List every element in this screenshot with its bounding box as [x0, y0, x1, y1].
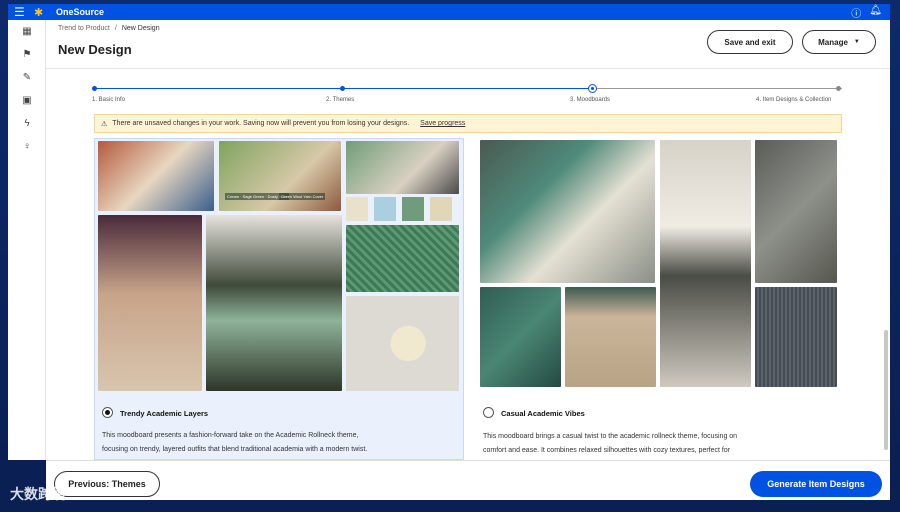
warning-icon: ⚠ — [101, 120, 108, 128]
unsaved-warning-banner: ⚠ There are unsaved changes in your work… — [94, 114, 842, 133]
step-label-item-designs: 4. Item Designs & Collection — [756, 97, 832, 103]
color-swatch-beige — [430, 197, 452, 221]
moodboard-image-hanging-sweaters — [480, 140, 655, 283]
moodboard-image-sweater-book: Cream · Sage Green · Dusty Blue Green Wo… — [219, 141, 341, 211]
moodboard-card-casual[interactable]: Casual Academic Vibes This moodboard bri… — [476, 138, 846, 460]
moodboard-image-overcoat-turtleneck — [206, 215, 342, 391]
tools-icon[interactable]: ✎ — [8, 66, 46, 89]
image-icon[interactable]: ▣ — [8, 89, 46, 112]
color-swatch-sage — [402, 197, 424, 221]
moodboard-radio-trendy[interactable] — [102, 407, 113, 418]
breadcrumb-parent[interactable]: Trend to Product — [58, 25, 110, 32]
step-label-themes: 2. Themes — [326, 97, 355, 103]
page-title: New Design — [58, 42, 132, 57]
watermark-text: 大数跨境 — [10, 486, 66, 502]
moodboard-desc-casual-line1: This moodboard brings a casual twist to … — [483, 433, 738, 440]
flag-icon[interactable]: ⚑ — [8, 43, 46, 66]
manage-button[interactable]: Manage ▼ — [802, 30, 876, 54]
moodboard-image-green-coat — [346, 141, 459, 194]
step-dot-item-designs — [836, 86, 841, 91]
stepper-remaining — [593, 88, 842, 89]
footer-bar: Previous: Themes Generate Item Designs — [46, 460, 890, 500]
previous-themes-label: Previous: Themes — [68, 479, 146, 489]
moodboard-image-casual-woman — [660, 140, 751, 387]
breadcrumb-separator: / — [114, 25, 117, 32]
menu-icon[interactable]: ☰ — [14, 6, 34, 18]
step-dot-themes[interactable] — [340, 86, 345, 91]
breadcrumb: Trend to Product / New Design — [58, 25, 160, 32]
moodboard-name-trendy: Trendy Academic Layers — [120, 409, 209, 418]
grid-icon[interactable]: ▦ — [8, 20, 46, 43]
moodboard-desc-trendy-line2: focusing on trendy, layered outfits that… — [102, 446, 368, 453]
save-and-exit-button[interactable]: Save and exit — [707, 30, 793, 54]
generate-item-designs-button[interactable]: Generate Item Designs — [750, 471, 882, 497]
moodboard-image-cardigan-woman — [98, 215, 202, 391]
stepper — [94, 88, 842, 89]
step-dot-moodboards[interactable] — [588, 84, 597, 93]
spark-logo-icon: ✱ — [34, 6, 44, 19]
caret-down-icon: ▼ — [853, 39, 860, 45]
scrollbar[interactable] — [884, 330, 888, 450]
moodboard-radio-casual[interactable] — [483, 407, 494, 418]
sidebar: ▦ ⚑ ✎ ▣ ϟ ♀ — [8, 20, 46, 460]
moodboard-image-leaf-fabric — [346, 296, 459, 391]
moodboard-card-trendy[interactable]: Cream · Sage Green · Dusty Blue Green Wo… — [94, 138, 464, 460]
app-frame: ☰ ✱ OneSource ⓘ 🔔︎ ▦ ⚑ ✎ ▣ ϟ ♀ Trend to … — [0, 0, 900, 512]
help-icon[interactable]: ⓘ — [851, 5, 861, 20]
step-label-moodboards: 3. Moodboards — [570, 97, 611, 103]
save-progress-link[interactable]: Save progress — [420, 120, 465, 127]
moodboard-image-trousers — [565, 287, 656, 387]
generate-item-designs-label: Generate Item Designs — [767, 479, 865, 489]
moodboard-image-denim-texture — [755, 287, 837, 387]
save-and-exit-label: Save and exit — [724, 37, 776, 47]
main-content: Trend to Product / New Design New Design… — [46, 20, 890, 460]
bolt-icon[interactable]: ϟ — [8, 112, 46, 135]
color-swatch-dusty-blue — [374, 197, 396, 221]
top-bar: ☰ ✱ OneSource ⓘ 🔔︎ — [8, 4, 890, 20]
moodboard-image-knit-texture — [346, 225, 459, 292]
manage-label: Manage — [818, 37, 848, 47]
bulb-icon[interactable]: ♀ — [8, 135, 46, 158]
warning-text: There are unsaved changes in your work. … — [112, 120, 410, 127]
breadcrumb-current: New Design — [121, 25, 160, 32]
previous-themes-button[interactable]: Previous: Themes — [54, 471, 160, 497]
notifications-icon[interactable]: 🔔︎ — [869, 5, 882, 20]
moodboard-desc-casual-line2: comfort and ease. It combines relaxed si… — [483, 447, 731, 454]
step-label-basic-info: 1. Basic Info — [92, 97, 126, 103]
moodboard-desc-trendy-line1: This moodboard presents a fashion-forwar… — [102, 432, 359, 439]
image-chip-yarn: Green Wool Yarn Cover — [279, 193, 326, 200]
moodboard-name-casual: Casual Academic Vibes — [501, 409, 585, 418]
brand-name: OneSource — [56, 7, 105, 17]
color-swatch-cream — [346, 197, 368, 221]
moodboard-image-reading — [98, 141, 214, 211]
header-divider — [46, 68, 890, 69]
step-dot-basic-info[interactable] — [92, 86, 97, 91]
moodboard-image-teal-fabric — [480, 287, 561, 387]
moodboard-image-grey-fabric — [755, 140, 837, 283]
